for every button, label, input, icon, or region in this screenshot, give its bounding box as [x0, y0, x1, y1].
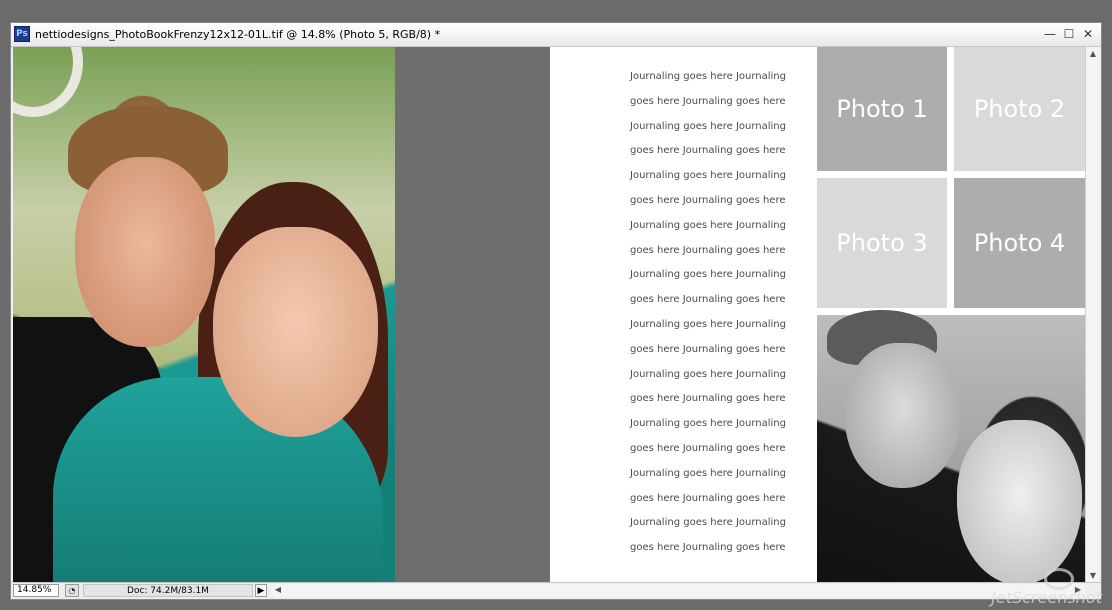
document-window: Ps nettiodesigns_PhotoBookFrenzy12x12-01…: [10, 22, 1102, 600]
status-bar: 14.85% ◔ Doc: 74.2M/83.1M ▶ ◀ ▶: [11, 582, 1101, 599]
journal-line: Journaling goes here Journaling: [630, 418, 786, 430]
journal-line: goes here Journaling goes here: [630, 492, 786, 504]
zoom-level-field[interactable]: 14.85%: [13, 584, 59, 597]
photo-bw-face-woman: [957, 420, 1082, 583]
journal-line: Journaling goes here Journaling: [630, 120, 786, 132]
minimize-button[interactable]: —: [1040, 25, 1060, 43]
photoshop-icon: Ps: [14, 26, 30, 42]
journal-line: Journaling goes here Journaling: [630, 219, 786, 231]
status-menu-arrow-icon[interactable]: ▶: [255, 584, 267, 597]
watermark-logo-icon: [1044, 568, 1074, 590]
journal-line: goes here Journaling goes here: [630, 542, 786, 554]
journal-line: Journaling goes here Journaling: [630, 269, 786, 281]
journal-line: goes here Journaling goes here: [630, 194, 786, 206]
couple-photo-color: [13, 47, 395, 583]
watermark-text: JetScreenshot: [991, 588, 1102, 607]
gazebo-arch: [13, 47, 83, 117]
couple-photo-bw[interactable]: [817, 310, 1085, 583]
journal-line: Journaling goes here Journaling: [630, 517, 786, 529]
photo-bw-face-man: [845, 343, 960, 488]
journal-line: Journaling goes here Journaling: [630, 318, 786, 330]
horizontal-scrollbar[interactable]: ◀ ▶: [271, 584, 1085, 597]
journal-line: Journaling goes here Journaling: [630, 467, 786, 479]
title-bar[interactable]: Ps nettiodesigns_PhotoBookFrenzy12x12-01…: [11, 23, 1101, 47]
journal-line: goes here Journaling goes here: [630, 145, 786, 157]
photo-placeholder-1[interactable]: Photo 1: [817, 47, 947, 171]
doc-size-info: Doc: 74.2M/83.1M: [83, 584, 253, 597]
vertical-scrollbar[interactable]: ▲ ▼: [1085, 47, 1099, 583]
photo-face-woman: [213, 227, 378, 437]
layout-page: Journaling goes here Journaling goes her…: [550, 47, 1085, 583]
close-button[interactable]: ✕: [1078, 25, 1098, 43]
journal-text-block[interactable]: Journaling goes here Journaling goes her…: [630, 71, 790, 567]
photo-placeholder-3[interactable]: Photo 3: [817, 178, 947, 308]
scroll-up-icon[interactable]: ▲: [1086, 47, 1100, 61]
scroll-down-icon[interactable]: ▼: [1086, 569, 1100, 583]
journal-line: goes here Journaling goes here: [630, 442, 786, 454]
journal-line: Journaling goes here Journaling: [630, 71, 786, 82]
journal-line: goes here Journaling goes here: [630, 343, 786, 355]
photo-placeholder-4[interactable]: Photo 4: [954, 178, 1085, 308]
journal-line: goes here Journaling goes here: [630, 393, 786, 405]
journal-line: goes here Journaling goes here: [630, 294, 786, 306]
scroll-left-icon[interactable]: ◀: [271, 583, 285, 597]
maximize-button[interactable]: ☐: [1059, 25, 1079, 43]
journal-line: Journaling goes here Journaling: [630, 368, 786, 380]
status-info-icon[interactable]: ◔: [65, 584, 79, 597]
document-canvas[interactable]: Journaling goes here Journaling goes her…: [13, 47, 1085, 583]
photo-placeholder-2[interactable]: Photo 2: [954, 47, 1085, 171]
photo-face-man: [75, 157, 215, 347]
journal-line: goes here Journaling goes here: [630, 95, 786, 107]
journal-line: goes here Journaling goes here: [630, 244, 786, 256]
document-title: nettiodesigns_PhotoBookFrenzy12x12-01L.t…: [35, 28, 441, 41]
journal-line: Journaling goes here Journaling: [630, 170, 786, 182]
